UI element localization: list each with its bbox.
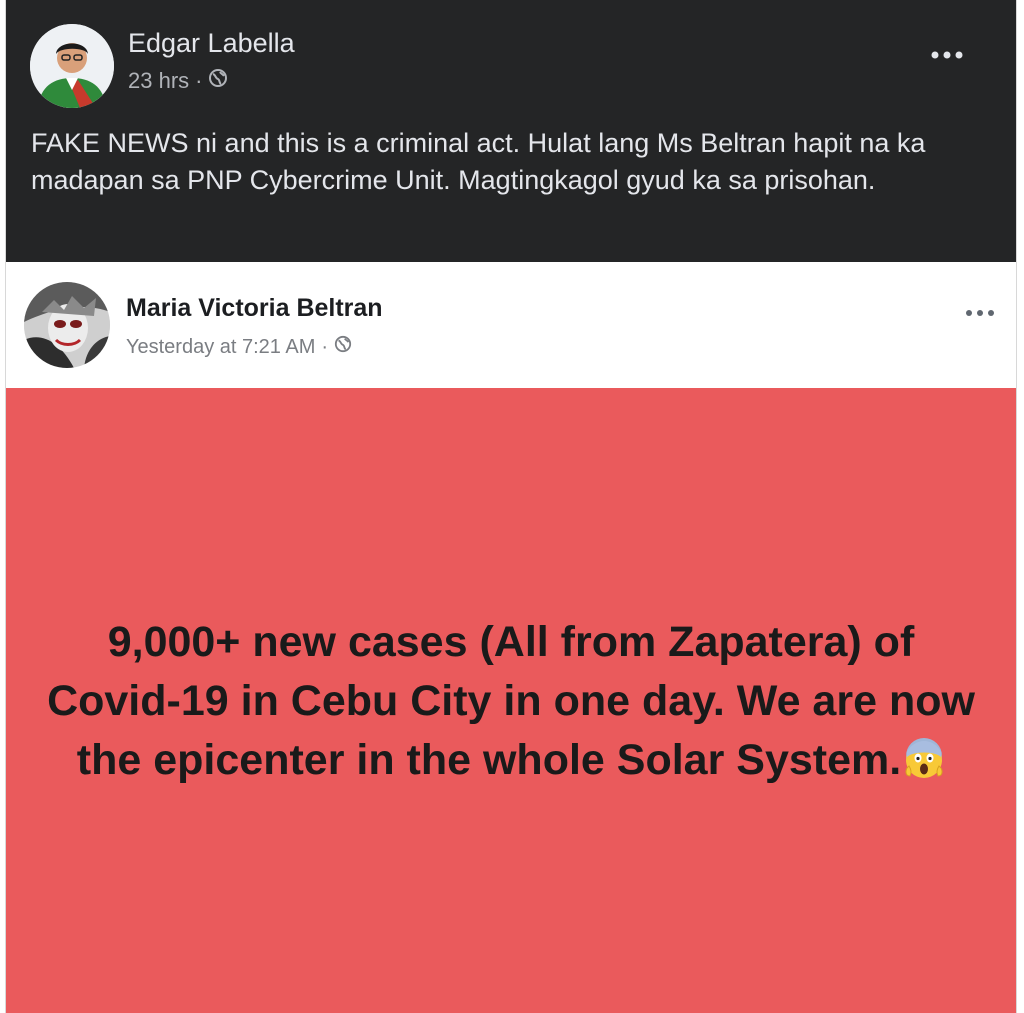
more-options-icon[interactable] <box>924 40 970 70</box>
meta-separator: · <box>195 68 203 93</box>
screaming-face-emoji-icon <box>903 737 945 796</box>
shared-post-text: 9,000+ new cases (All from Zapatera) of … <box>47 618 975 784</box>
more-options-icon[interactable] <box>960 300 1000 326</box>
post-meta: 23 hrs · <box>128 68 228 94</box>
avatar-image <box>30 24 114 108</box>
globe-icon <box>208 68 228 94</box>
shared-post-text-block: 9,000+ new cases (All from Zapatera) of … <box>41 613 981 796</box>
shared-post-author[interactable]: Maria Victoria Beltran <box>126 294 383 323</box>
avatar[interactable] <box>24 282 110 368</box>
post-author[interactable]: Edgar Labella <box>128 28 295 59</box>
post-timestamp[interactable]: 23 hrs <box>128 68 189 94</box>
shared-post-header: Maria Victoria Beltran Yesterday at 7:21… <box>6 262 1016 388</box>
meta-separator: · <box>321 335 329 358</box>
shared-post-content: 9,000+ new cases (All from Zapatera) of … <box>6 388 1016 1013</box>
avatar[interactable] <box>30 24 114 108</box>
comment-post: Edgar Labella 23 hrs · FAKE NEWS ni and … <box>6 0 1016 262</box>
shared-post-timestamp[interactable]: Yesterday at 7:21 AM <box>126 336 315 359</box>
post-text: FAKE NEWS ni and this is a criminal act.… <box>31 128 926 195</box>
screenshot-frame: Edgar Labella 23 hrs · FAKE NEWS ni and … <box>5 0 1017 1013</box>
globe-icon <box>334 335 352 359</box>
avatar-image <box>24 282 110 368</box>
shared-post-meta: Yesterday at 7:21 AM · <box>126 335 352 359</box>
